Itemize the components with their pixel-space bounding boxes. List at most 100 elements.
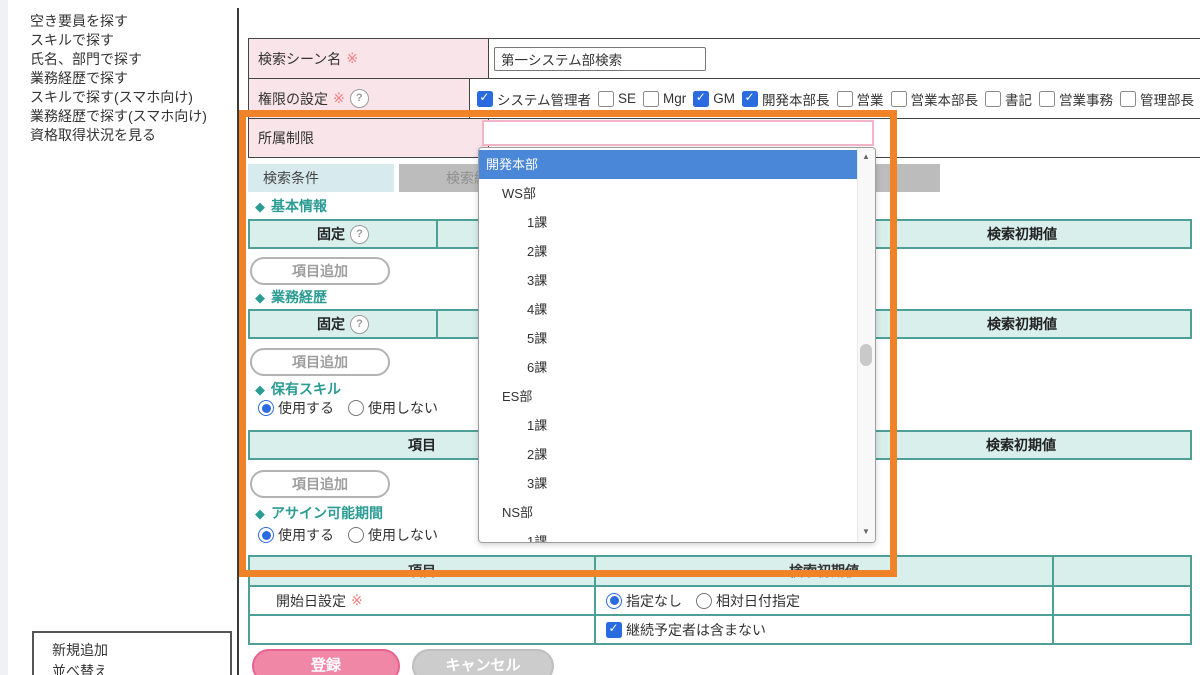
dropdown-option-section3[interactable]: 3課: [479, 266, 858, 295]
column-header-fixed: 固定: [250, 311, 436, 337]
sidebar-item-vacant-staff[interactable]: 空き要員を探す: [30, 12, 128, 31]
sidebar-item-reorder[interactable]: 並べ替え: [52, 662, 108, 675]
radio-relative-date-icon[interactable]: [696, 593, 712, 609]
checkbox-sales-director[interactable]: 営業本部長: [891, 89, 979, 109]
diamond-icon: [255, 198, 265, 215]
dropdown-scrollbar[interactable]: [857, 148, 875, 542]
checkbox-sales[interactable]: 営業: [837, 89, 884, 109]
dropdown-option-dev-hq[interactable]: 開発本部: [479, 150, 858, 179]
affiliation-combobox[interactable]: [482, 120, 874, 146]
continuation-checkbox-label[interactable]: 継続予定者は含まない: [626, 620, 766, 640]
dropdown-option-es-dept[interactable]: ES部: [479, 382, 858, 411]
register-button[interactable]: 登録: [252, 649, 400, 675]
affiliation-label: 所属制限: [258, 128, 314, 148]
checkbox-gm[interactable]: GM: [693, 91, 735, 107]
diamond-icon: [255, 381, 265, 398]
scrollbar-thumb[interactable]: [860, 344, 872, 366]
help-icon[interactable]: [350, 225, 369, 244]
checkbox-mgr[interactable]: Mgr: [643, 91, 686, 107]
assign-use-radio-group: 使用する 使用しない: [258, 526, 452, 544]
checkbox-icon[interactable]: [985, 91, 1001, 107]
radio-no-use-label[interactable]: 使用しない: [368, 398, 438, 418]
checkbox-icon[interactable]: [477, 91, 493, 107]
checkbox-icon[interactable]: [643, 91, 659, 107]
radio-no-use-icon[interactable]: [348, 400, 364, 416]
scene-name-label: 検索シーン名: [258, 49, 341, 69]
checkbox-secretary[interactable]: 書記: [985, 89, 1032, 109]
add-item-button-basic[interactable]: 項目追加: [250, 257, 390, 285]
dropdown-option-section4[interactable]: 4課: [479, 295, 858, 324]
checkbox-label: GM: [713, 91, 735, 106]
form-row-permission: 権限の設定 ※ システム管理者 SE Mgr GM 開発本部長 営業 営業本部長…: [249, 79, 1200, 119]
help-icon[interactable]: [350, 89, 369, 108]
checkbox-label: 管理部長: [1140, 89, 1194, 109]
dropdown-list: 開発本部 WS部 1課 2課 3課 4課 5課 6課 ES部 1課 2課 3課 …: [479, 150, 858, 543]
checkbox-icon[interactable]: [606, 622, 622, 638]
checkbox-admin-director[interactable]: 管理部長: [1120, 89, 1194, 109]
radio-no-use-icon[interactable]: [348, 527, 364, 543]
scroll-up-icon[interactable]: [858, 152, 874, 161]
continuation-label-cell: [250, 614, 594, 643]
required-mark: ※: [346, 50, 358, 67]
radio-no-designation-icon[interactable]: [606, 593, 622, 609]
dropdown-option-section1-partial[interactable]: 1課: [479, 527, 858, 543]
help-icon[interactable]: [350, 315, 369, 334]
tab-search-conditions[interactable]: 検索条件: [248, 164, 394, 192]
dropdown-option-ns-dept[interactable]: NS部: [479, 498, 858, 527]
diamond-icon: [255, 505, 265, 522]
add-item-button-skills[interactable]: 項目追加: [250, 470, 390, 498]
add-item-button-career[interactable]: 項目追加: [250, 348, 390, 376]
sidebar-item-certifications[interactable]: 資格取得状況を見る: [30, 126, 156, 145]
dropdown-option-section3[interactable]: 3課: [479, 469, 858, 498]
radio-no-designation-label[interactable]: 指定なし: [626, 591, 682, 611]
checkbox-system-admin[interactable]: システム管理者: [477, 89, 591, 109]
column-header-text: 固定: [317, 224, 345, 244]
permission-label: 権限の設定: [258, 89, 328, 109]
scroll-down-icon[interactable]: [858, 527, 874, 536]
checkbox-icon[interactable]: [598, 91, 614, 107]
dropdown-option-section1[interactable]: 1課: [479, 411, 858, 440]
required-mark: ※: [333, 90, 345, 107]
dropdown-option-section1[interactable]: 1課: [479, 208, 858, 237]
checkbox-icon[interactable]: [1039, 91, 1055, 107]
checkbox-label: 営業本部長: [911, 89, 979, 109]
checkbox-icon[interactable]: [891, 91, 907, 107]
sidebar-item-career-search-mobile[interactable]: 業務経歴で探す(スマホ向け): [30, 107, 207, 126]
checkbox-dev-director[interactable]: 開発本部長: [742, 89, 830, 109]
form-row-scene-name: 検索シーン名 ※: [249, 39, 1200, 79]
checkbox-sales-clerk[interactable]: 営業事務: [1039, 89, 1113, 109]
sidebar-item-skill-search[interactable]: スキルで探す: [30, 31, 114, 50]
column-header-text: 検索初期値: [987, 224, 1057, 244]
app-window: 空き要員を探す スキルで探す 氏名、部門で探す 業務経歴で探す スキルで探す(ス…: [0, 0, 1200, 675]
checkbox-icon[interactable]: [837, 91, 853, 107]
checkbox-icon[interactable]: [742, 91, 758, 107]
sidebar-item-skill-search-mobile[interactable]: スキルで探す(スマホ向け): [30, 88, 193, 107]
radio-use-label[interactable]: 使用する: [278, 525, 334, 545]
section-title-assign-period: アサイン可能期間: [255, 505, 383, 521]
scene-name-label-cell: 検索シーン名 ※: [249, 39, 489, 78]
cancel-button[interactable]: キャンセル: [412, 649, 554, 675]
checkbox-icon[interactable]: [1120, 91, 1136, 107]
start-date-setting-label-cell: 開始日設定 ※: [250, 585, 594, 614]
column-header-item: 項目: [250, 557, 594, 585]
radio-use-label[interactable]: 使用する: [278, 398, 334, 418]
sidebar-item-new-add[interactable]: 新規追加: [52, 641, 108, 660]
column-header-initial-value: 検索初期値: [852, 221, 1190, 247]
column-header-initial-value: 検索初期値: [594, 557, 1052, 585]
radio-no-use-label[interactable]: 使用しない: [368, 525, 438, 545]
dropdown-option-section2[interactable]: 2課: [479, 237, 858, 266]
radio-use-icon[interactable]: [258, 400, 274, 416]
dropdown-option-section2[interactable]: 2課: [479, 440, 858, 469]
sidebar-item-name-dept-search[interactable]: 氏名、部門で探す: [30, 50, 142, 69]
scene-name-input[interactable]: [494, 47, 706, 71]
checkbox-se[interactable]: SE: [598, 91, 636, 107]
dropdown-option-ws-dept[interactable]: WS部: [479, 179, 858, 208]
radio-use-icon[interactable]: [258, 527, 274, 543]
dropdown-option-section5[interactable]: 5課: [479, 324, 858, 353]
dropdown-option-section6[interactable]: 6課: [479, 353, 858, 382]
sidebar-item-career-search[interactable]: 業務経歴で探す: [30, 69, 128, 88]
scene-name-value-cell: [489, 39, 1200, 78]
checkbox-icon[interactable]: [693, 91, 709, 107]
radio-relative-date-label[interactable]: 相対日付指定: [716, 591, 800, 611]
section-title-text: 業務経歴: [271, 289, 327, 305]
